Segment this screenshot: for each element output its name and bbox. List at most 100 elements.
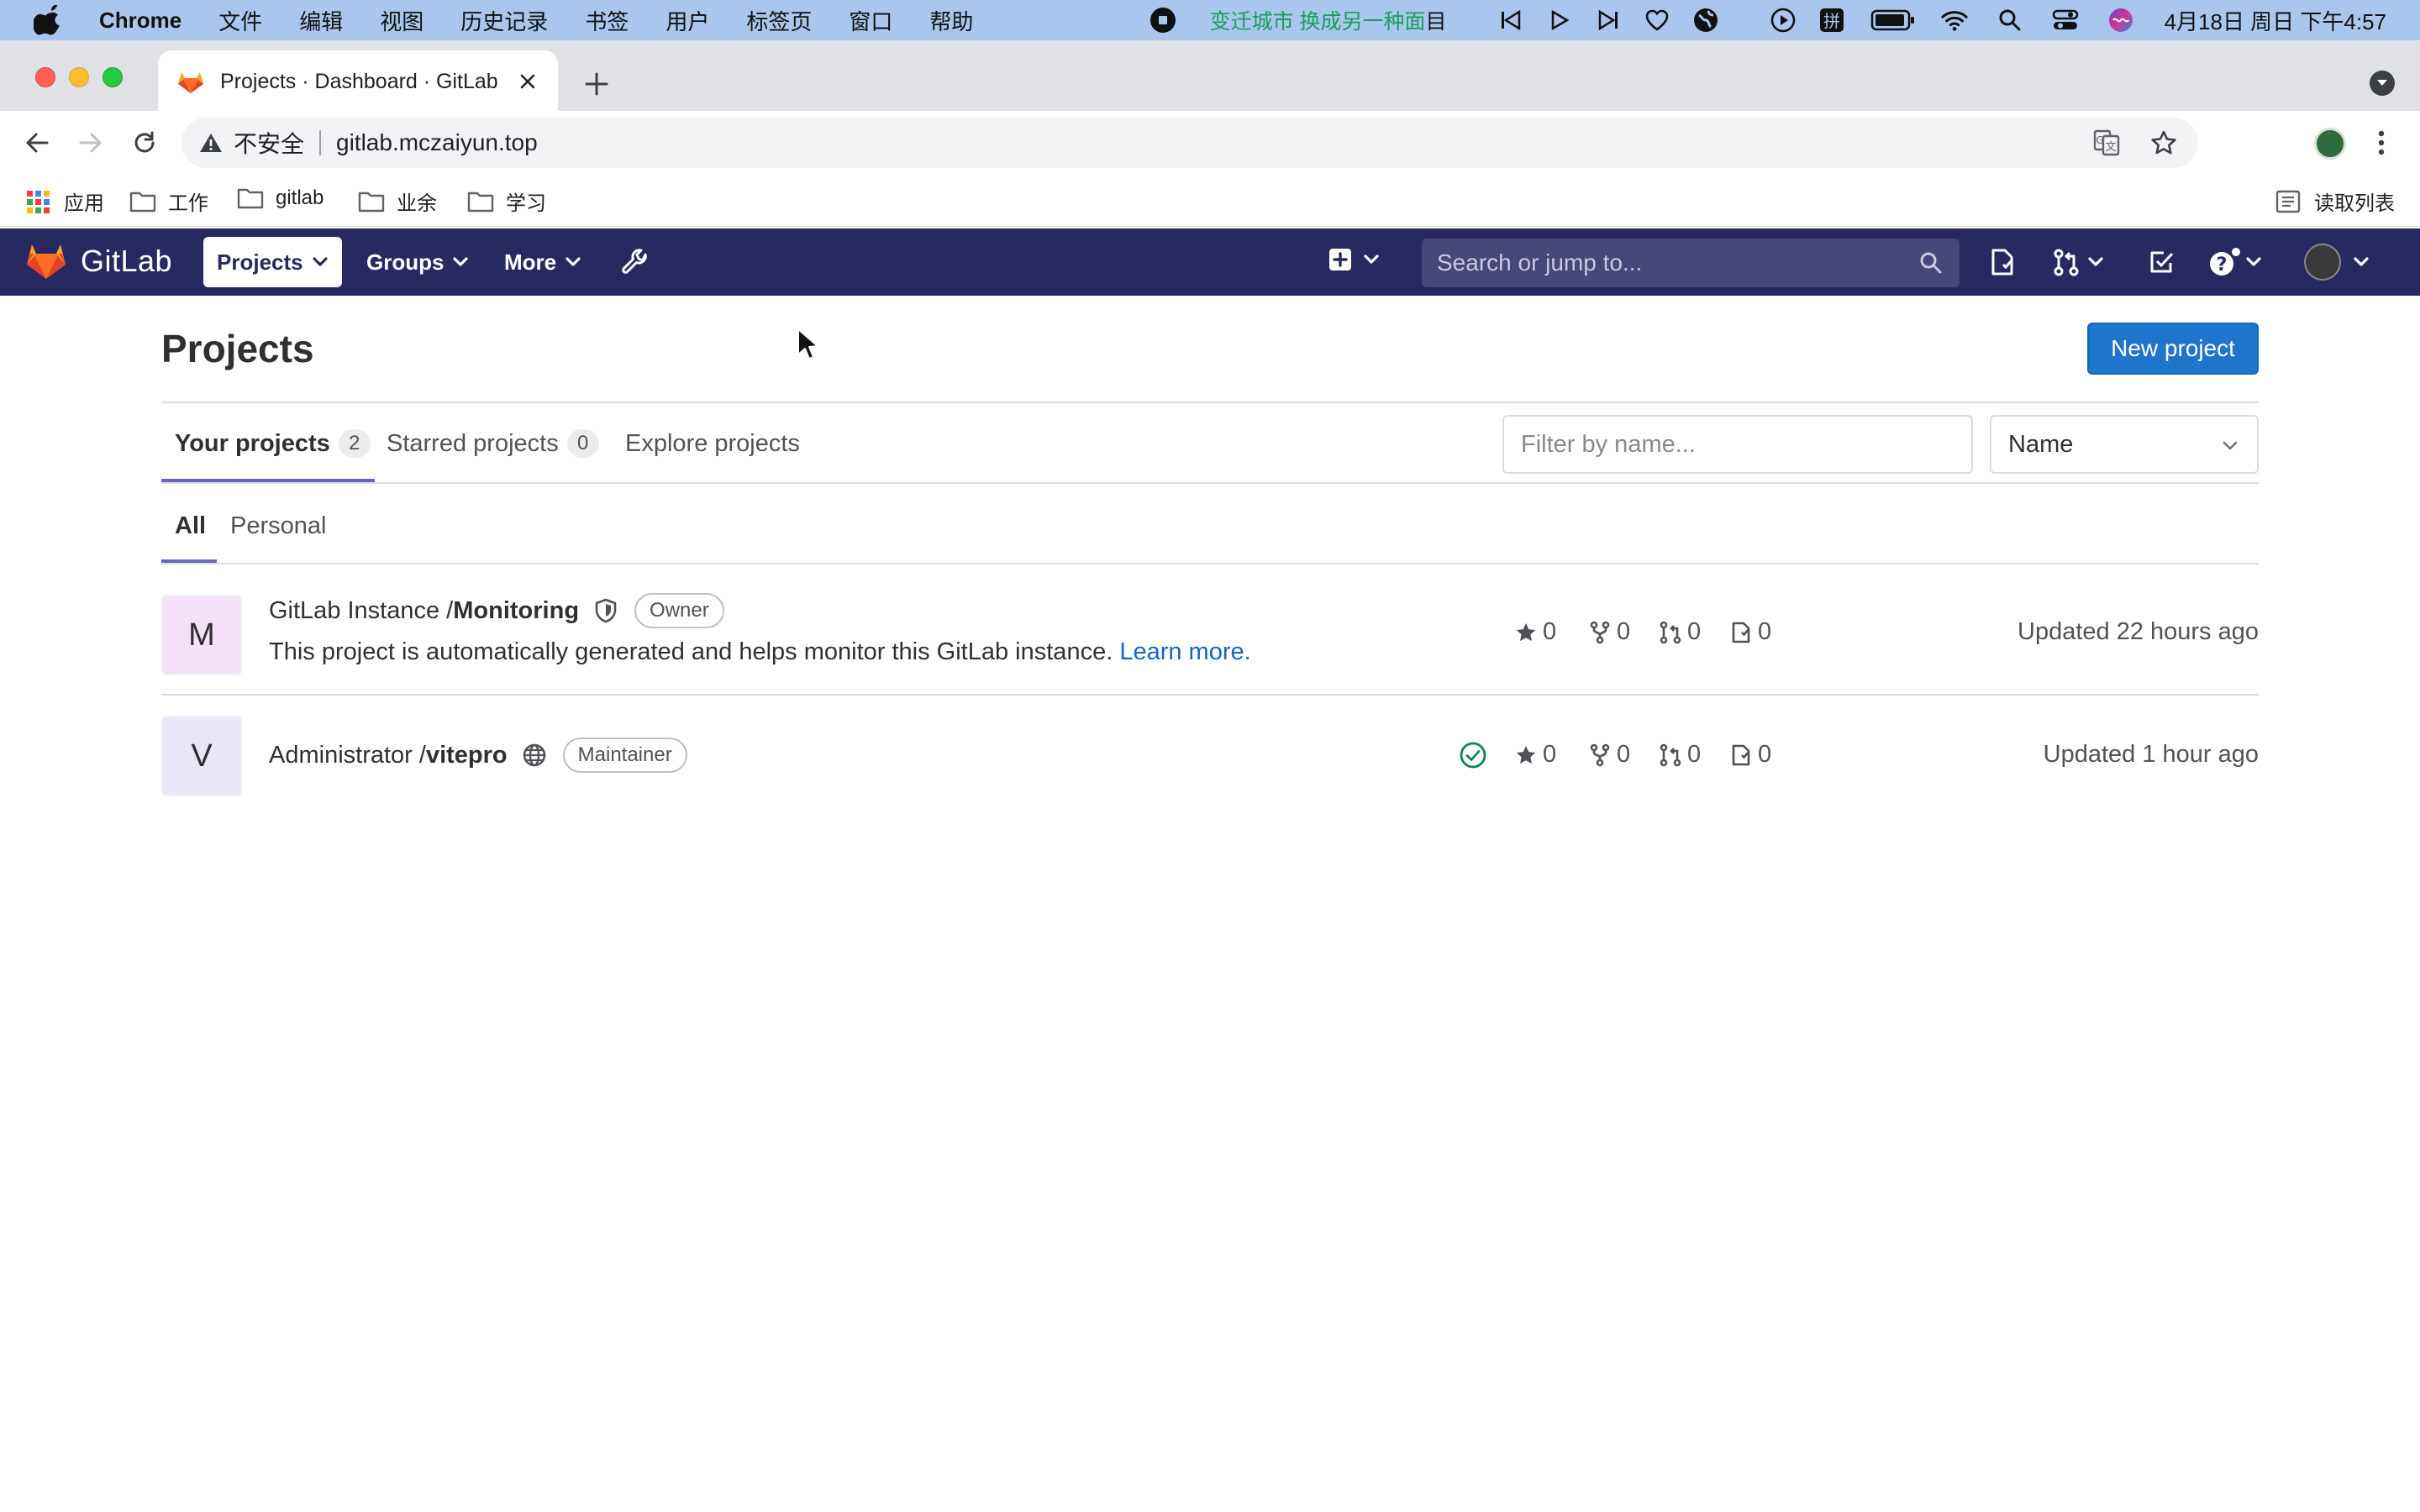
bookmark-apps[interactable]: 应用 (25, 186, 104, 216)
address-url[interactable]: gitlab.mczaiyun.top (336, 129, 538, 156)
menu-bookmarks[interactable]: 书签 (585, 5, 629, 36)
bookmark-folder-work[interactable]: 工作 (129, 186, 208, 216)
input-method-icon[interactable]: 拼 (1818, 7, 1845, 34)
gitlab-home-link[interactable]: GitLab (25, 242, 172, 281)
media-icon[interactable] (1770, 7, 1797, 34)
menu-edit[interactable]: 编辑 (299, 5, 343, 36)
bookmark-label: 业余 (397, 192, 437, 215)
forward-button[interactable] (74, 126, 108, 160)
bookmark-folder-hobby[interactable]: 业余 (358, 186, 437, 216)
projects-menu-button[interactable]: Projects (203, 237, 342, 287)
user-avatar (2304, 244, 2341, 281)
tab-explore-projects[interactable]: Explore projects (625, 403, 800, 484)
tab-starred-projects[interactable]: Starred projects 0 (387, 403, 599, 484)
sort-dropdown[interactable]: Name (1990, 415, 2259, 474)
issue-count[interactable]: 0 (1729, 618, 1771, 646)
admin-wrench-icon[interactable] (620, 247, 650, 277)
siri-icon[interactable] (2107, 7, 2134, 34)
bookmark-folder-study[interactable]: 学习 (467, 186, 546, 216)
reading-list-button[interactable]: 读取列表 (2275, 186, 2395, 216)
search-icon[interactable] (1996, 7, 2023, 34)
filter-placeholder: Filter by name... (1521, 430, 1696, 458)
merge-request-count[interactable]: 0 (1659, 741, 1701, 769)
play-icon[interactable] (1546, 7, 1573, 34)
todos-nav-button[interactable] (2148, 247, 2176, 277)
menu-file[interactable]: 文件 (218, 5, 262, 36)
menubar-clock[interactable]: 4月18日 周日 下午4:57 (2165, 5, 2386, 36)
wifi-icon[interactable] (1940, 7, 1968, 34)
menu-window[interactable]: 窗口 (849, 5, 892, 36)
bookmark-label: gitlab (276, 186, 324, 209)
apple-icon[interactable] (34, 5, 62, 35)
more-menu-button[interactable]: More (491, 237, 595, 287)
new-project-button[interactable]: New project (2087, 323, 2259, 375)
issues-nav-button[interactable] (1988, 247, 2017, 277)
svg-text:拼: 拼 (1823, 11, 1840, 31)
next-icon[interactable] (1595, 7, 1622, 34)
tab-count-badge: 0 (566, 429, 599, 458)
filter-by-name-input[interactable]: Filter by name... (1502, 415, 1973, 474)
issue-count[interactable]: 0 (1729, 741, 1771, 769)
merge-request-count[interactable]: 0 (1659, 618, 1701, 646)
window-minimize-button[interactable] (69, 67, 89, 87)
todo-icon (2150, 251, 2174, 273)
reload-button[interactable] (128, 126, 161, 160)
window-zoom-button[interactable] (103, 67, 123, 87)
learn-more-link[interactable]: Learn more. (1119, 638, 1250, 665)
fork-count[interactable]: 0 (1588, 618, 1630, 646)
translate-icon[interactable]: 文G (2092, 129, 2121, 157)
battery-icon[interactable] (1870, 7, 1916, 34)
menu-help[interactable]: 帮助 (929, 5, 973, 36)
bookmark-folder-gitlab[interactable]: gitlab (237, 186, 324, 210)
menu-app-name[interactable]: Chrome (99, 8, 182, 34)
project-title[interactable]: GitLab Instance / Monitoring Owner (269, 593, 724, 628)
bookmark-star-icon[interactable] (2149, 129, 2178, 157)
project-updated-time: Updated 22 hours ago (2018, 618, 2259, 645)
heart-icon[interactable] (1644, 7, 1670, 34)
stop-icon[interactable] (1150, 7, 1176, 34)
chevron-down-icon (2246, 257, 2261, 266)
fork-count[interactable]: 0 (1588, 741, 1630, 769)
tab-close-icon[interactable] (513, 66, 543, 97)
groups-menu-button[interactable]: Groups (353, 237, 482, 287)
subtab-all[interactable]: All (175, 486, 206, 566)
new-dropdown-button[interactable] (1328, 247, 1380, 272)
pipeline-status-success-icon[interactable] (1459, 741, 1487, 769)
help-nav-button[interactable]: ? (2208, 247, 2262, 277)
gitlab-wordmark: GitLab (81, 244, 173, 278)
project-avatar[interactable]: M (161, 595, 242, 675)
folder-icon (467, 192, 494, 212)
browser-profile-avatar[interactable] (2314, 128, 2346, 160)
menu-view[interactable]: 视图 (380, 5, 424, 36)
global-search-input[interactable]: Search or jump to... (1422, 239, 1960, 287)
browser-menu-button[interactable] (2371, 126, 2391, 160)
role-badge: Owner (634, 593, 724, 628)
new-tab-button[interactable] (580, 67, 613, 101)
menu-tab[interactable]: 标签页 (746, 5, 812, 36)
project-row-vitepro: V Administrator / vitepro Maintainer 0 0… (161, 716, 2259, 800)
star-count[interactable]: 0 (1514, 741, 1556, 769)
warning-icon[interactable] (198, 131, 224, 155)
not-secure-label[interactable]: 不安全 (234, 126, 304, 160)
back-button[interactable] (20, 126, 54, 160)
issues-icon (1732, 744, 1750, 765)
project-title[interactable]: Administrator / vitepro Maintainer (269, 738, 687, 773)
menu-people[interactable]: 用户 (666, 5, 709, 36)
merge-requests-nav-button[interactable] (2052, 247, 2104, 277)
address-bar[interactable]: 不安全 gitlab.mczaiyun.top 文G (182, 118, 2198, 168)
globe-icon[interactable] (1692, 7, 1719, 34)
previous-icon[interactable] (1497, 7, 1524, 34)
menu-history[interactable]: 历史记录 (460, 5, 548, 36)
project-avatar[interactable]: V (161, 716, 242, 796)
window-close-button[interactable] (35, 67, 55, 87)
tab-your-projects[interactable]: Your projects 2 (175, 403, 371, 484)
subtab-personal[interactable]: Personal (230, 486, 326, 566)
browser-tab-active[interactable]: Projects · Dashboard · GitLab (158, 50, 558, 113)
user-menu-button[interactable] (2304, 244, 2370, 281)
control-center-icon[interactable] (2052, 7, 2079, 34)
star-count[interactable]: 0 (1514, 618, 1556, 646)
issues-icon (1991, 249, 2013, 276)
shield-icon (595, 598, 617, 623)
tab-search-button[interactable] (2370, 71, 2395, 96)
tab-label: Starred projects (387, 429, 559, 457)
